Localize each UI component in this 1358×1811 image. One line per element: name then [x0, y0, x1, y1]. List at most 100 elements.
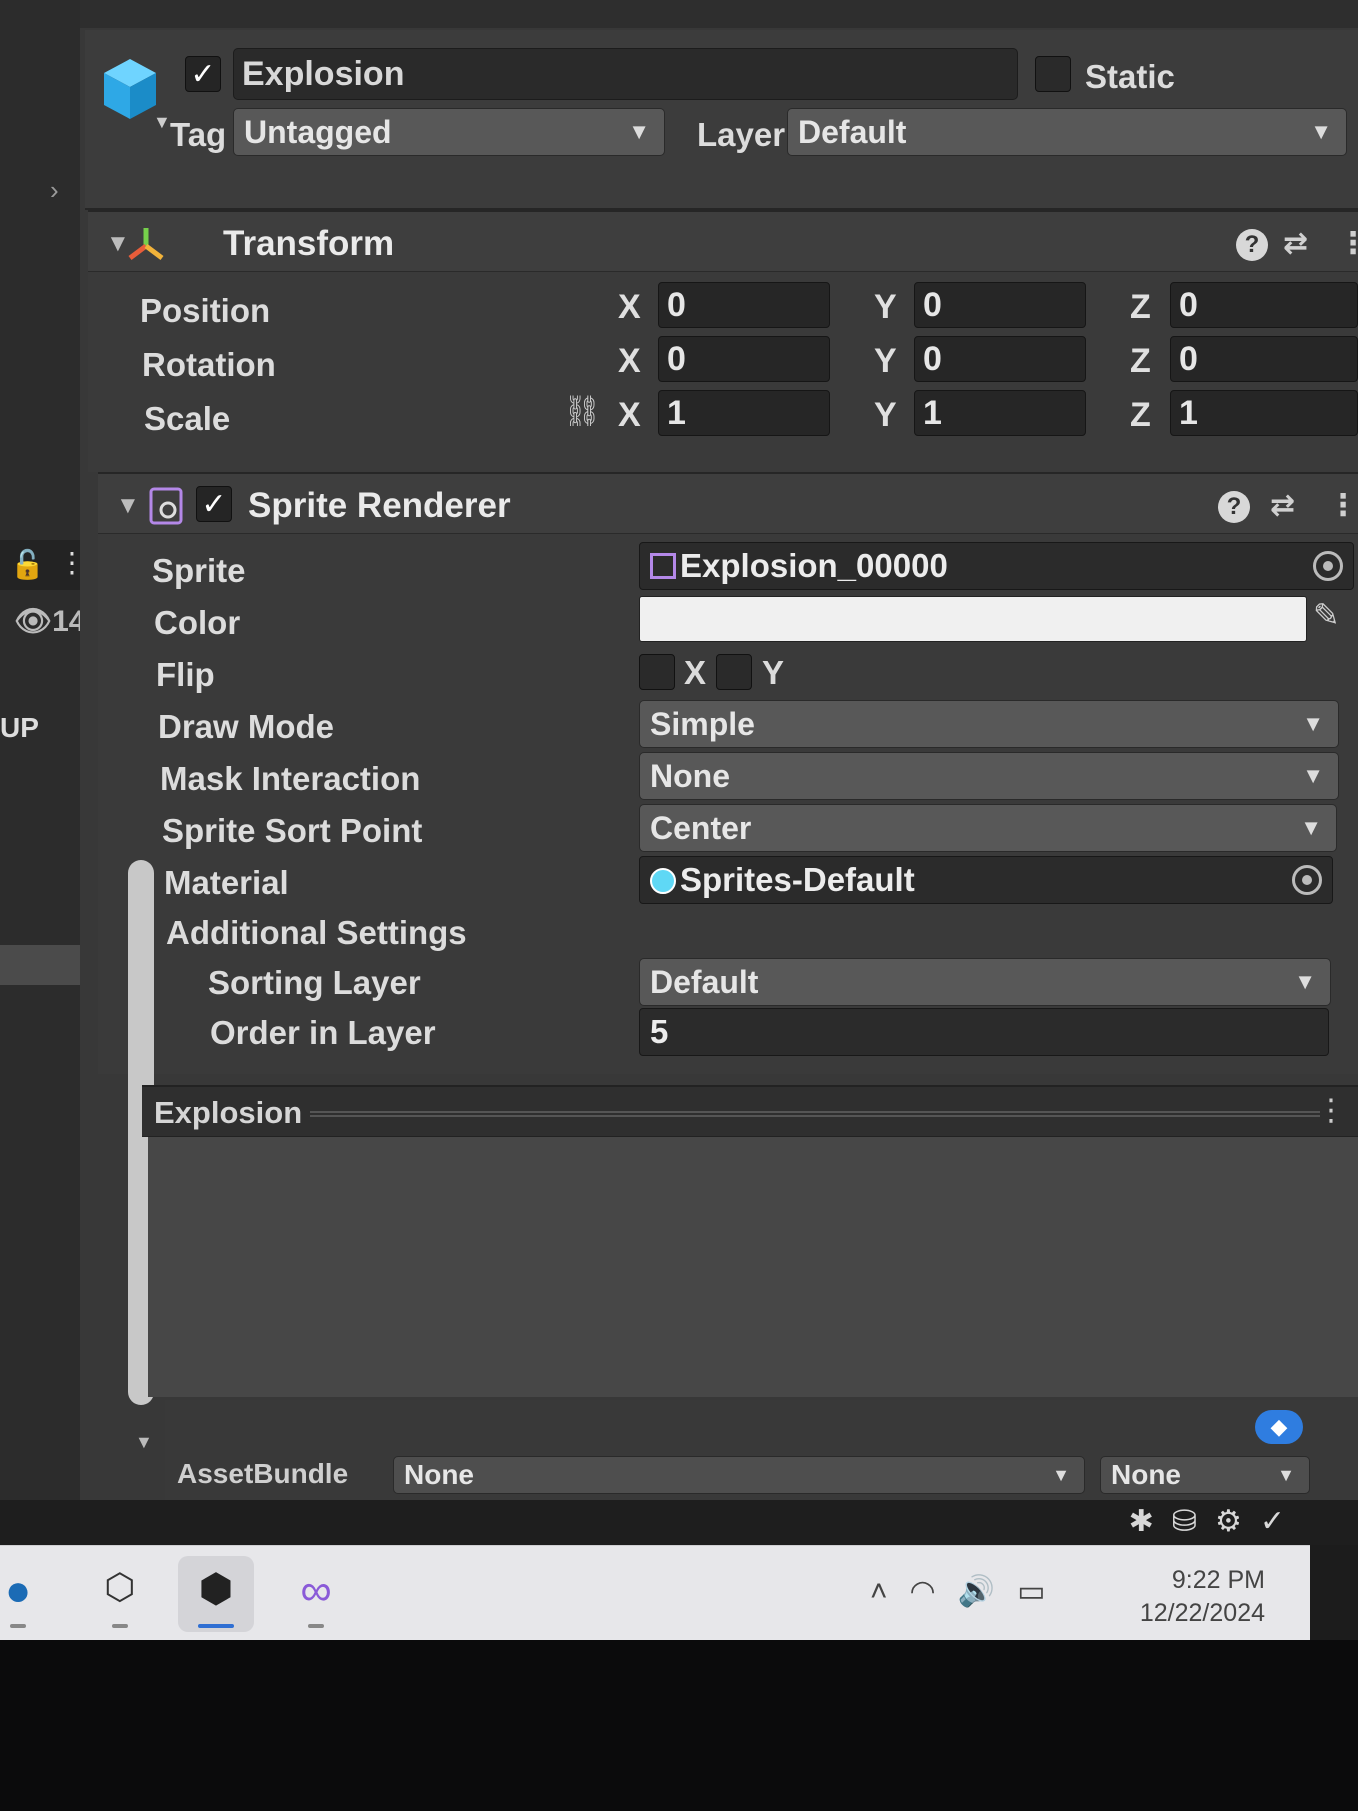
preview-drag-handle[interactable] — [310, 1111, 1320, 1117]
flip-x-checkbox[interactable] — [639, 654, 675, 695]
flip-y-label: Y — [762, 654, 785, 691]
eyedropper-icon[interactable]: ✎ — [1313, 596, 1340, 634]
help-icon[interactable]: ? — [1236, 226, 1268, 261]
preview-header[interactable]: Explosion ⋮ — [142, 1085, 1358, 1137]
eye-icon: 👁 — [14, 605, 53, 638]
rotation-y-axis[interactable]: Y — [874, 342, 897, 381]
foldout-arrow-icon[interactable]: ▼ — [116, 492, 140, 520]
sprite-asset-icon — [650, 553, 676, 579]
chevron-down-icon: ▼ — [628, 119, 650, 144]
visual-studio-icon: ∞ — [300, 1566, 332, 1615]
position-z-input[interactable]: 0 — [1170, 282, 1358, 328]
sprite-sort-point-dropdown[interactable]: Center ▼ — [639, 804, 1337, 852]
mask-interaction-dropdown[interactable]: None ▼ — [639, 752, 1339, 800]
position-x-axis[interactable]: X — [618, 288, 641, 327]
cache-server-icon[interactable]: ⛁ — [1172, 1505, 1215, 1538]
hierarchy-item-partial[interactable]: UP — [0, 712, 39, 744]
chevron-down-icon: ▼ — [1310, 119, 1332, 144]
draw-mode-value: Simple — [650, 706, 755, 742]
layer-label: Layer — [697, 116, 786, 153]
steam-icon: ● — [4, 1566, 32, 1615]
constrain-proportions-link-icon[interactable]: ⛓ — [563, 394, 601, 429]
scale-x-axis[interactable]: X — [618, 396, 641, 435]
preview-area — [148, 1137, 1358, 1397]
object-picker-icon[interactable] — [1313, 551, 1343, 581]
icon-dropdown-arrow-icon[interactable]: ▼ — [153, 112, 171, 133]
material-value: Sprites-Default — [680, 861, 915, 898]
sprite-sort-point-value: Center — [650, 810, 752, 846]
assetbundle-variant-dropdown[interactable]: None ▼ — [1100, 1456, 1310, 1494]
transform-body: Position Rotation Scale ⛓ X 0 Y 0 Z 0 X … — [88, 272, 1358, 472]
sprite-renderer-icon — [149, 487, 183, 525]
scale-y-input[interactable]: 1 — [914, 390, 1086, 436]
draw-mode-label: Draw Mode — [158, 708, 335, 745]
taskbar-steam[interactable]: ● — [0, 1556, 56, 1632]
position-x-input[interactable]: 0 — [658, 282, 830, 328]
expand-arrow-icon[interactable]: › — [50, 175, 59, 206]
visibility-count[interactable]: 👁14 — [14, 604, 85, 639]
scale-z-input[interactable]: 1 — [1170, 390, 1358, 436]
position-y-axis[interactable]: Y — [874, 288, 897, 327]
scale-z-axis[interactable]: Z — [1130, 396, 1151, 435]
rotation-x-input[interactable]: 0 — [658, 336, 830, 382]
scale-y-axis[interactable]: Y — [874, 396, 897, 435]
order-in-layer-input[interactable]: 5 — [639, 1008, 1329, 1056]
speaker-icon[interactable]: 🔊 — [958, 1575, 1017, 1608]
assetbundle-name-dropdown[interactable]: None ▼ — [393, 1456, 1085, 1494]
chevron-up-icon[interactable]: ˄ — [870, 1575, 910, 1608]
editor-status-bar: ✱⛁⚙✓ — [0, 1500, 1358, 1545]
order-in-layer-label: Order in Layer — [210, 1014, 436, 1051]
check-circle-icon[interactable]: ✓ — [1260, 1505, 1303, 1538]
sprite-renderer-header[interactable]: ▼ ✓ Sprite Renderer ? ⇄ ⋮ — [98, 472, 1358, 534]
battery-icon[interactable]: ▭ — [1017, 1575, 1067, 1608]
system-tray: ˄◠🔊▭ — [870, 1574, 1067, 1609]
rotation-z-axis[interactable]: Z — [1130, 342, 1151, 381]
static-checkbox[interactable] — [1035, 56, 1071, 97]
scale-x-input[interactable]: 1 — [658, 390, 830, 436]
active-checkbox[interactable]: ✓ — [185, 56, 221, 92]
draw-mode-dropdown[interactable]: Simple ▼ — [639, 700, 1339, 748]
taskbar-unity-editor[interactable]: ⬢ — [178, 1556, 254, 1632]
help-icon[interactable]: ? — [1218, 488, 1250, 523]
label-tag-icon[interactable]: ◆ — [1255, 1410, 1303, 1444]
kebab-menu-icon[interactable]: ⋮ — [1316, 1093, 1346, 1128]
sorting-layer-dropdown[interactable]: Default ▼ — [639, 958, 1331, 1006]
sprite-object-field[interactable]: Explosion_00000 — [639, 542, 1354, 590]
sorting-layer-value: Default — [650, 964, 759, 1000]
position-y-input[interactable]: 0 — [914, 282, 1086, 328]
transform-header[interactable]: ▼ Transform ? ⇄ ⋮ — [88, 210, 1358, 272]
wifi-icon[interactable]: ◠ — [910, 1575, 958, 1608]
taskbar-clock[interactable]: 9:22 PM 12/22/2024 — [1140, 1564, 1265, 1630]
presets-icon[interactable]: ⇄ — [1270, 488, 1295, 523]
flip-y-checkbox[interactable] — [716, 654, 752, 695]
chevron-down-icon: ▼ — [1294, 969, 1316, 994]
settings-icon[interactable]: ⚙ — [1215, 1505, 1260, 1538]
scroll-down-arrow-icon[interactable]: ▼ — [135, 1432, 153, 1453]
additional-settings-label[interactable]: Additional Settings — [166, 914, 467, 952]
sprite-renderer-enabled-checkbox[interactable]: ✓ — [196, 486, 232, 522]
rotation-z-input[interactable]: 0 — [1170, 336, 1358, 382]
object-name-input[interactable]: Explosion — [233, 48, 1018, 100]
material-object-field[interactable]: Sprites-Default — [639, 856, 1333, 904]
taskbar-visual-studio[interactable]: ∞ — [278, 1556, 354, 1632]
mask-interaction-value: None — [650, 758, 730, 794]
color-swatch[interactable] — [639, 596, 1307, 642]
rotation-x-axis[interactable]: X — [618, 342, 641, 381]
sprite-renderer-body: Sprite Explosion_00000 Color ✎ Flip X Y … — [98, 534, 1358, 1074]
assetbundle-variant-value: None — [1111, 1459, 1181, 1490]
taskbar-unity-hub[interactable]: ⬡ — [82, 1556, 158, 1632]
position-z-axis[interactable]: Z — [1130, 288, 1151, 327]
checkmark-icon: ✓ — [185, 56, 221, 92]
presets-icon[interactable]: ⇄ — [1283, 226, 1308, 261]
object-picker-icon[interactable] — [1292, 865, 1322, 895]
lock-icon[interactable]: 🔓 — [10, 548, 45, 581]
bug-icon[interactable]: ✱ — [1129, 1505, 1172, 1538]
tag-dropdown[interactable]: Untagged ▼ — [233, 108, 665, 156]
layer-dropdown[interactable]: Default ▼ — [787, 108, 1347, 156]
monitor-bezel — [0, 1640, 1358, 1811]
kebab-menu-icon[interactable]: ⋮ — [1328, 488, 1358, 523]
rotation-y-input[interactable]: 0 — [914, 336, 1086, 382]
kebab-menu-icon[interactable]: ⋮ — [1338, 226, 1358, 261]
chevron-down-icon: ▼ — [1277, 1465, 1295, 1485]
inspector-top-bar — [80, 0, 1358, 28]
